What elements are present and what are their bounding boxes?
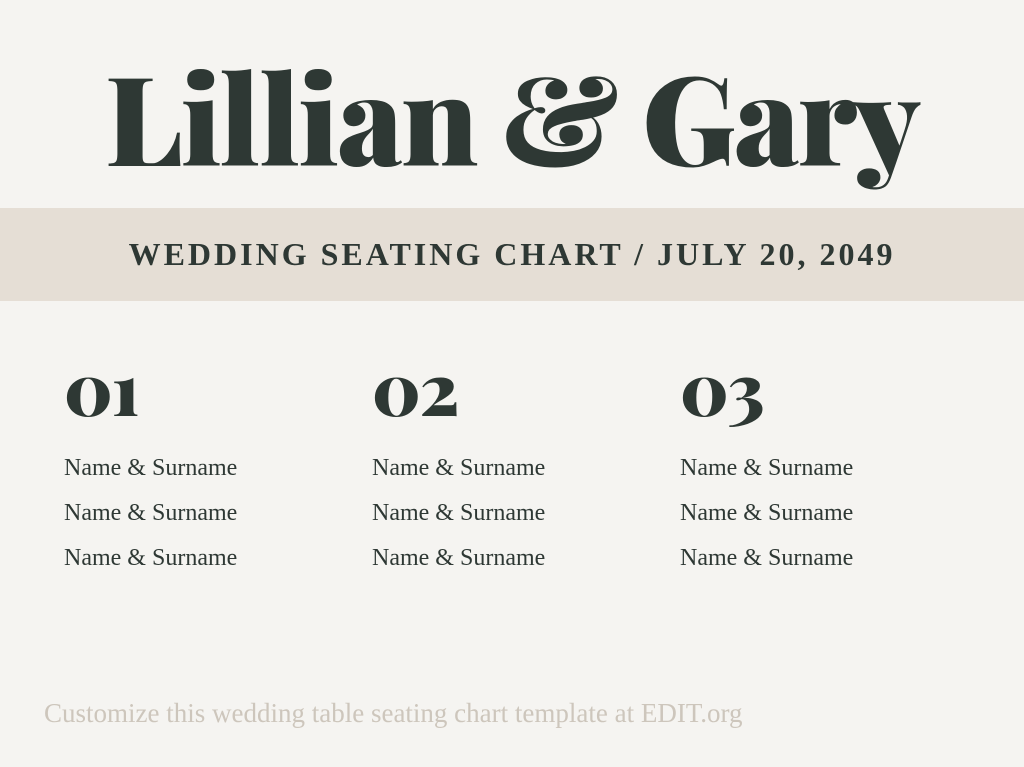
table-column: 02 Name & Surname Name & Surname Name & … bbox=[372, 339, 652, 698]
guest-name: Name & Surname bbox=[680, 500, 960, 527]
table-column: 01 Name & Surname Name & Surname Name & … bbox=[64, 339, 344, 698]
seating-chart-card: Lillian & Gary WEDDING SEATING CHART / J… bbox=[0, 0, 1024, 767]
guest-name: Name & Surname bbox=[680, 455, 960, 482]
subtitle-band: WEDDING SEATING CHART / JULY 20, 2049 bbox=[0, 208, 1024, 301]
tables-row: 01 Name & Surname Name & Surname Name & … bbox=[0, 301, 1024, 698]
table-column: 03 Name & Surname Name & Surname Name & … bbox=[680, 339, 960, 698]
table-number: 01 bbox=[64, 339, 344, 435]
guest-name: Name & Surname bbox=[680, 545, 960, 572]
couple-names-title: Lillian & Gary bbox=[0, 0, 1024, 178]
guest-name: Name & Surname bbox=[372, 455, 652, 482]
table-number: 03 bbox=[680, 339, 960, 435]
guest-name: Name & Surname bbox=[372, 500, 652, 527]
footer-note: Customize this wedding table seating cha… bbox=[0, 698, 1024, 767]
table-number: 02 bbox=[372, 339, 652, 435]
guest-name: Name & Surname bbox=[64, 455, 344, 482]
event-subtitle: WEDDING SEATING CHART / JULY 20, 2049 bbox=[0, 236, 1024, 273]
guest-name: Name & Surname bbox=[372, 545, 652, 572]
guest-name: Name & Surname bbox=[64, 545, 344, 572]
guest-name: Name & Surname bbox=[64, 500, 344, 527]
